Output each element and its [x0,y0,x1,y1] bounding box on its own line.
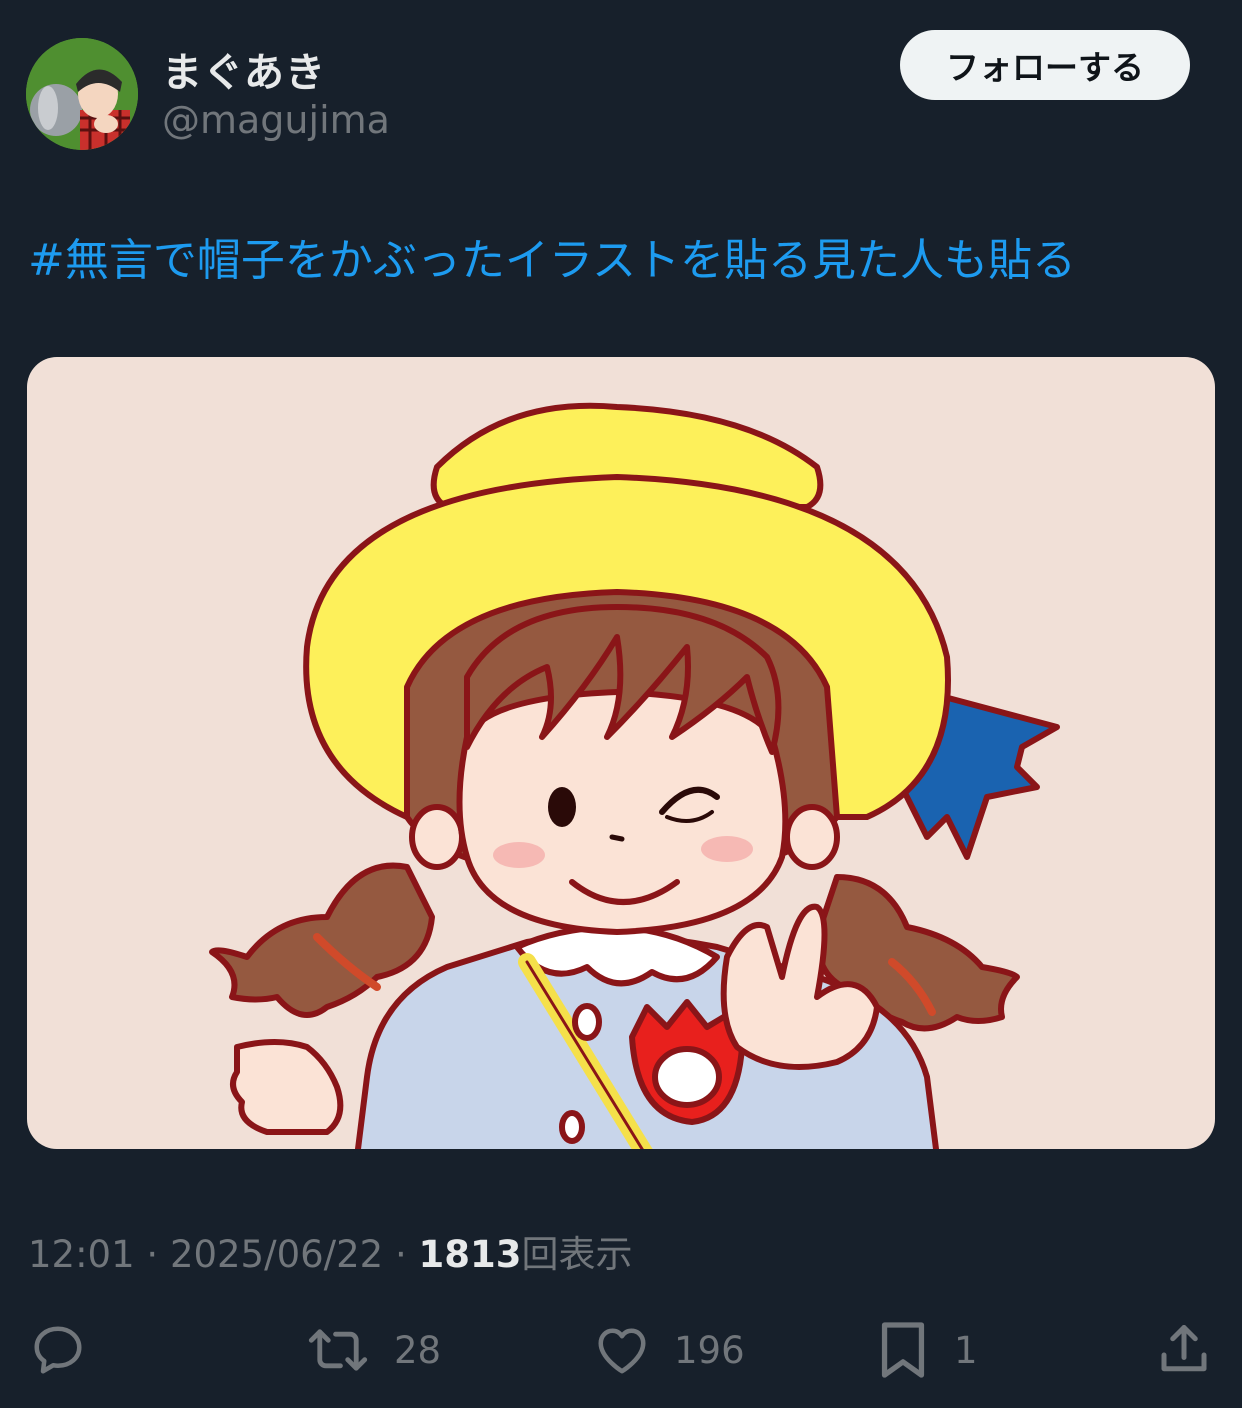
like-button[interactable]: 196 [592,1318,745,1382]
share-icon [1161,1325,1207,1372]
bookmark-count: 1 [954,1328,978,1372]
author-handle[interactable]: @magujima [162,98,390,142]
author-display-name[interactable]: まぐあき [162,40,326,98]
reply-button[interactable] [28,1318,88,1382]
retweet-button[interactable]: 28 [304,1318,441,1382]
post-time[interactable]: 12:01 [28,1233,135,1276]
heart-icon [598,1328,646,1374]
post-meta: 12:01 · 2025/06/22 · 1813回表示 [28,1224,632,1278]
meta-separator: · [394,1233,407,1276]
illustration-girl-in-hat [209,402,1060,1149]
bookmark-button[interactable]: 1 [874,1318,978,1382]
hashtag-link[interactable]: #無言で帽子をかぶったイラストを貼る見た人も貼る [28,224,1076,288]
share-button[interactable] [1154,1318,1214,1382]
post-image[interactable] [27,357,1215,1149]
meta-separator: · [146,1233,159,1276]
reply-icon [34,1326,82,1374]
avatar[interactable] [26,38,138,150]
views-label: 回表示 [521,1233,633,1276]
views-count: 1813 [418,1233,522,1276]
follow-button[interactable]: フォローする [900,30,1190,100]
retweet-icon [308,1329,368,1371]
post-date[interactable]: 2025/06/22 [170,1233,383,1276]
avatar-image [26,38,138,150]
like-count: 196 [674,1328,745,1372]
retweet-count: 28 [394,1328,442,1372]
bookmark-icon [881,1322,925,1378]
